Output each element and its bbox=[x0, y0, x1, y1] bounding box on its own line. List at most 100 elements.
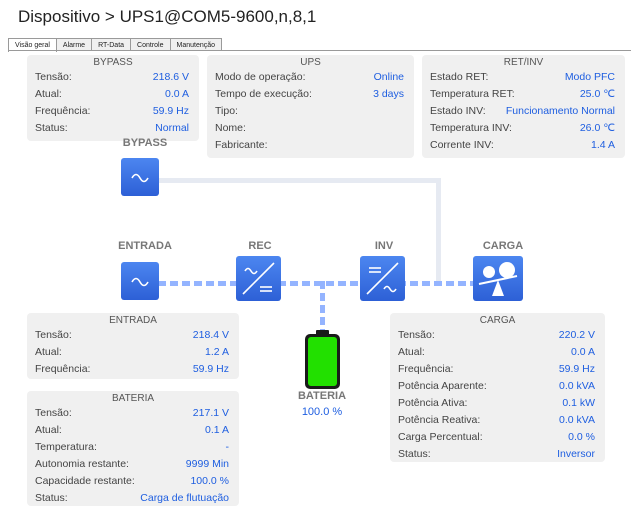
row-key: Fabricante: bbox=[215, 139, 268, 151]
row-value: 0.0 kVA bbox=[559, 380, 595, 392]
bateria-row-temperatura: Temperatura: - bbox=[27, 439, 239, 456]
row-key: Temperatura INV: bbox=[430, 122, 512, 134]
row-key: Tensão: bbox=[35, 407, 72, 419]
row-key: Atual: bbox=[398, 346, 425, 358]
bateria-row-tensao: Tensão: 217.1 V bbox=[27, 405, 239, 422]
entrada-row-frequencia: Frequência: 59.9 Hz bbox=[27, 361, 239, 378]
battery-percent: 100.0 % bbox=[301, 406, 343, 418]
row-key: Modo de operação: bbox=[215, 71, 306, 83]
ups-panel: UPS Modo de operação: Online Tempo de exe… bbox=[207, 55, 414, 158]
row-key: Autonomia restante: bbox=[35, 458, 129, 470]
row-key: Potência Ativa: bbox=[398, 397, 468, 409]
carga-block[interactable] bbox=[473, 256, 523, 301]
row-value: 0.0 % bbox=[568, 431, 595, 443]
row-value: Online bbox=[373, 71, 404, 83]
battery-icon bbox=[305, 330, 340, 389]
carga-row-atual: Atual: 0.0 A bbox=[390, 344, 605, 361]
inv-block[interactable] bbox=[360, 256, 405, 301]
ups-row-nome: Nome: bbox=[207, 120, 414, 137]
row-key: Tensão: bbox=[35, 329, 72, 341]
bateria-label: BATERIA bbox=[297, 390, 347, 402]
row-key: Potência Reativa: bbox=[398, 414, 481, 426]
bypass-panel: BYPASS Tensão: 218.6 V Atual: 0.0 A Frequê… bbox=[27, 55, 199, 141]
entrada-row-tensao: Tensão: 218.4 V bbox=[27, 327, 239, 344]
row-value: - bbox=[225, 441, 230, 453]
bateria-panel-title: BATERIA bbox=[111, 393, 155, 404]
row-key: Atual: bbox=[35, 424, 62, 436]
row-key: Temperatura RET: bbox=[430, 88, 515, 100]
inv-label: INV bbox=[374, 240, 394, 252]
sine-wave-icon bbox=[131, 277, 149, 287]
bateria-panel: BATERIA Tensão: 217.1 V Atual: 0.1 A Tempe… bbox=[27, 391, 239, 506]
row-key: Status: bbox=[35, 122, 68, 134]
ups-panel-title: UPS bbox=[300, 57, 321, 68]
carga-row-frequencia: Frequência: 59.9 Hz bbox=[390, 361, 605, 378]
bypass-flow-line-vertical bbox=[436, 178, 441, 283]
row-key: Temperatura: bbox=[35, 441, 97, 453]
entrada-block[interactable] bbox=[121, 262, 159, 300]
entrada-panel: ENTRADA Tensão: 218.4 V Atual: 1.2 A Frequ… bbox=[27, 313, 239, 379]
entrada-label: ENTRADA bbox=[118, 240, 172, 252]
row-key: Atual: bbox=[35, 346, 62, 358]
row-key: Capacidade restante: bbox=[35, 475, 135, 487]
rectifier-icon bbox=[242, 262, 275, 295]
rec-block[interactable] bbox=[236, 256, 281, 301]
bateria-row-atual: Atual: 0.1 A bbox=[27, 422, 239, 439]
load-balance-icon bbox=[478, 262, 518, 296]
bateria-row-capacidade: Capacidade restante: 100.0 % bbox=[27, 473, 239, 490]
bypass-block[interactable] bbox=[121, 158, 159, 196]
row-value: 218.6 V bbox=[152, 71, 189, 83]
bypass-row-tensao: Tensão: 218.6 V bbox=[27, 69, 199, 86]
row-value: 220.2 V bbox=[558, 329, 595, 341]
row-value: 59.9 Hz bbox=[192, 363, 229, 375]
row-value: 218.4 V bbox=[192, 329, 229, 341]
row-value: 3 days bbox=[373, 88, 404, 100]
bateria-row-autonomia: Autonomia restante: 9999 Min bbox=[27, 456, 239, 473]
row-value: Carga de flutuação bbox=[140, 492, 229, 504]
row-value: 0.0 kVA bbox=[559, 414, 595, 426]
battery-body bbox=[305, 334, 340, 389]
row-value: 26.0 ℃ bbox=[579, 122, 615, 134]
row-key: Tempo de execução: bbox=[215, 88, 312, 100]
carga-row-tensao: Tensão: 220.2 V bbox=[390, 327, 605, 344]
row-value: 100.0 % bbox=[190, 475, 229, 487]
row-key: Corrente INV: bbox=[430, 139, 494, 151]
row-value: 0.0 A bbox=[165, 88, 189, 100]
bypass-row-atual: Atual: 0.0 A bbox=[27, 86, 199, 103]
rec-label: REC bbox=[248, 240, 272, 252]
row-value: Funcionamento Normal bbox=[505, 105, 615, 117]
carga-label: CARGA bbox=[482, 240, 524, 252]
retinv-row-temp-ret: Temperatura RET: 25.0 ℃ bbox=[422, 86, 625, 103]
row-value: Inversor bbox=[557, 448, 595, 460]
bypass-flow-line bbox=[158, 178, 441, 183]
tab-divider bbox=[8, 50, 631, 51]
row-key: Atual: bbox=[35, 88, 62, 100]
ups-row-modo: Modo de operação: Online bbox=[207, 69, 414, 86]
row-value: 1.2 A bbox=[205, 346, 229, 358]
carga-row-percentual: Carga Percentual: 0.0 % bbox=[390, 429, 605, 446]
retinv-panel-title: RET/INV bbox=[503, 57, 544, 68]
ups-row-fabricante: Fabricante: bbox=[207, 137, 414, 154]
row-key: Tensão: bbox=[398, 329, 435, 341]
ups-row-tipo: Tipo: bbox=[207, 103, 414, 120]
row-key: Estado INV: bbox=[430, 105, 486, 117]
row-value: 0.0 A bbox=[571, 346, 595, 358]
row-key: Estado RET: bbox=[430, 71, 489, 83]
bypass-row-status: Status: Normal bbox=[27, 120, 199, 137]
row-value: 0.1 kW bbox=[562, 397, 595, 409]
row-key: Carga Percentual: bbox=[398, 431, 483, 443]
row-value: 59.9 Hz bbox=[558, 363, 595, 375]
entrada-row-atual: Atual: 1.2 A bbox=[27, 344, 239, 361]
retinv-row-estado-ret: Estado RET: Modo PFC bbox=[422, 69, 625, 86]
main-flow-line bbox=[158, 281, 498, 286]
row-key: Potência Aparente: bbox=[398, 380, 487, 392]
carga-panel: CARGA Tensão: 220.2 V Atual: 0.0 A Frequên… bbox=[390, 313, 605, 462]
row-value: Normal bbox=[155, 122, 189, 134]
row-value: 59.9 Hz bbox=[152, 105, 189, 117]
retinv-row-temp-inv: Temperatura INV: 26.0 ℃ bbox=[422, 120, 625, 137]
battery-flow-line bbox=[320, 281, 325, 333]
row-value: 1.4 A bbox=[591, 139, 615, 151]
row-value: 217.1 V bbox=[192, 407, 229, 419]
carga-panel-title: CARGA bbox=[479, 315, 516, 326]
sine-wave-icon bbox=[131, 173, 149, 183]
